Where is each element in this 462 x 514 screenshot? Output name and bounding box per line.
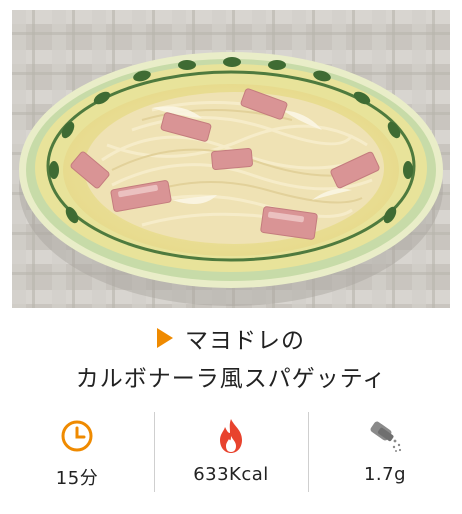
stat-time-value: 15分 [55, 468, 99, 489]
salt-shaker-icon [365, 416, 405, 456]
recipe-title-line1: マヨドレの [185, 328, 305, 354]
recipe-title-line2: カルボナーラ風スパゲッティ [75, 366, 387, 392]
recipe-photo [12, 10, 450, 308]
stat-time: 15分 [0, 410, 154, 494]
stat-calories-value: 633Kcal [193, 464, 269, 485]
recipe-stats: 15分 633Kcal 1.7g [0, 410, 462, 494]
play-triangle-icon [157, 328, 173, 348]
stat-salt-value: 1.7g [363, 464, 407, 485]
stat-salt: 1.7g [308, 410, 462, 494]
clock-icon [60, 416, 94, 456]
recipe-title[interactable]: マヨドレの カルボナーラ風スパゲッティ [0, 318, 462, 400]
stat-calories: 633Kcal [154, 410, 308, 494]
flame-icon [216, 416, 246, 456]
